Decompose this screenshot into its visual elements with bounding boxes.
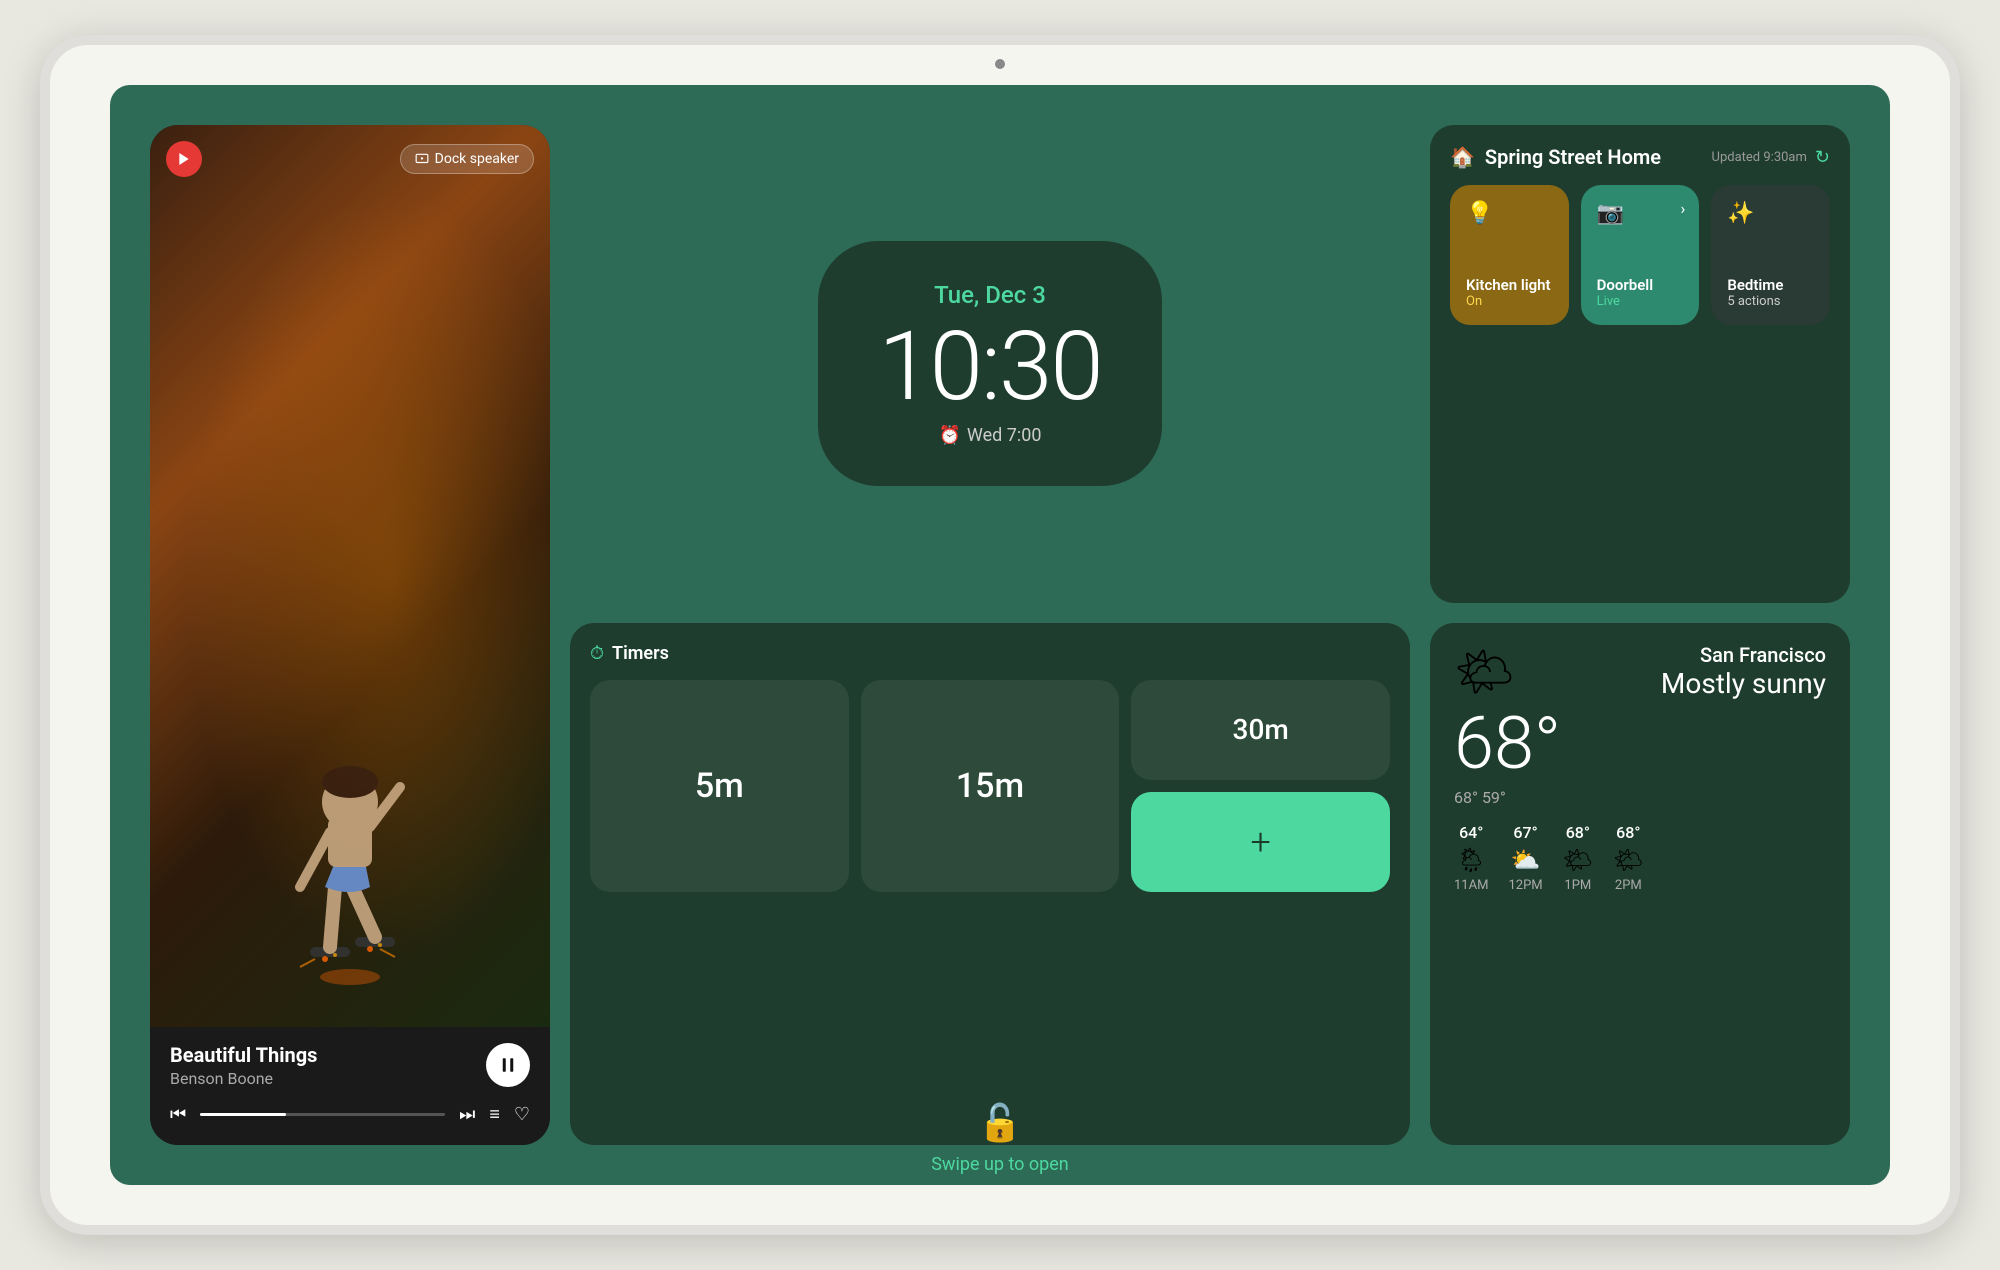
progress-bar[interactable] bbox=[200, 1113, 445, 1116]
skater-figure bbox=[250, 687, 450, 987]
forecast-temp-1pm: 68° bbox=[1566, 823, 1590, 842]
lock-icon: 🔓 bbox=[978, 1102, 1023, 1144]
timer-icon: ⏱ bbox=[590, 643, 604, 664]
refresh-icon[interactable]: ↻ bbox=[1815, 147, 1830, 168]
queue-button[interactable]: ≡ bbox=[489, 1104, 500, 1125]
kitchen-light-tile[interactable]: 💡 Kitchen light On bbox=[1450, 185, 1569, 325]
forecast-2pm: 68° 🌤 2PM bbox=[1613, 823, 1643, 893]
forecast-time-11am: 11AM bbox=[1454, 878, 1488, 893]
weather-hilo: 68° 59° bbox=[1454, 788, 1826, 807]
forecast-temp-11am: 64° bbox=[1459, 823, 1483, 842]
timer-5m-button[interactable]: 5m bbox=[590, 680, 849, 892]
weather-main-icon: 🌤 bbox=[1454, 643, 1515, 700]
timer-add-button[interactable]: + bbox=[1131, 792, 1390, 892]
kitchen-status: On bbox=[1466, 294, 1553, 309]
smarthome-card[interactable]: 🏠 Spring Street Home Updated 9:30am ↻ 💡 … bbox=[1430, 125, 1850, 603]
weather-description: Mostly sunny bbox=[1661, 667, 1826, 700]
timer-30m-button[interactable]: 30m bbox=[1131, 680, 1390, 780]
weather-forecast: 64° 🌦 11AM 67° ⛅ 12PM 68° 🌤 1PM 68° 🌤 bbox=[1454, 823, 1826, 893]
weather-card[interactable]: 🌤 San Francisco Mostly sunny 68° 68° 59°… bbox=[1430, 623, 1850, 1146]
next-track-button[interactable]: ⏭ bbox=[459, 1104, 475, 1125]
timers-title: Timers bbox=[612, 643, 669, 664]
alarm-icon: ⏰ bbox=[939, 425, 961, 446]
kitchen-label: Kitchen light bbox=[1466, 276, 1553, 294]
timer-15m-button[interactable]: 15m bbox=[861, 680, 1120, 892]
forecast-icon-11am: 🌦 bbox=[1456, 846, 1486, 874]
tablet-frame: Dock speaker Beautiful Things Benson Boo… bbox=[40, 35, 1960, 1235]
smarthome-header: 🏠 Spring Street Home Updated 9:30am ↻ bbox=[1450, 145, 1830, 169]
music-artist: Benson Boone bbox=[170, 1069, 317, 1088]
clock-time: 10:30 bbox=[878, 319, 1101, 415]
light-bulb-icon: 💡 bbox=[1466, 201, 1553, 226]
lock-text: Swipe up to open bbox=[931, 1154, 1069, 1175]
sparkle-icon: ✨ bbox=[1727, 201, 1814, 226]
clock-widget[interactable]: Tue, Dec 3 10:30 ⏰ Wed 7:00 bbox=[818, 241, 1161, 486]
forecast-icon-2pm: 🌤 bbox=[1613, 846, 1643, 874]
doorbell-label: Doorbell bbox=[1597, 276, 1684, 294]
lock-screen-footer[interactable]: 🔓 Swipe up to open bbox=[931, 1102, 1069, 1175]
forecast-icon-1pm: 🌤 bbox=[1563, 846, 1593, 874]
prev-track-button[interactable]: ⏮ bbox=[170, 1104, 186, 1125]
smarthome-updated: Updated 9:30am bbox=[1712, 150, 1807, 165]
bedtime-tile[interactable]: ✨ Bedtime 5 actions bbox=[1711, 185, 1830, 325]
forecast-time-12pm: 12PM bbox=[1508, 878, 1542, 893]
forecast-temp-2pm: 68° bbox=[1616, 823, 1640, 842]
camera bbox=[995, 59, 1005, 69]
music-top-controls: Dock speaker bbox=[166, 141, 534, 177]
music-album-art: Dock speaker bbox=[150, 125, 550, 1027]
progress-fill bbox=[200, 1113, 286, 1116]
home-icon: 🏠 bbox=[1450, 145, 1475, 169]
forecast-time-1pm: 1PM bbox=[1564, 878, 1591, 893]
music-controls: ⏮ ⏭ ≡ ♡ bbox=[150, 1096, 550, 1145]
music-card[interactable]: Dock speaker Beautiful Things Benson Boo… bbox=[150, 125, 550, 1145]
like-button[interactable]: ♡ bbox=[514, 1104, 530, 1125]
forecast-icon-12pm: ⛅ bbox=[1511, 846, 1541, 874]
forecast-12pm: 67° ⛅ 12PM bbox=[1508, 823, 1542, 893]
chevron-right-icon: › bbox=[1681, 199, 1686, 218]
timers-card[interactable]: ⏱ Timers 5m 15m 30m + bbox=[570, 623, 1410, 1146]
timers-header: ⏱ Timers bbox=[590, 643, 1390, 664]
forecast-1pm: 68° 🌤 1PM bbox=[1563, 823, 1593, 893]
forecast-time-2pm: 2PM bbox=[1615, 878, 1642, 893]
smarthome-tiles: 💡 Kitchen light On 📷 › Doorbell Live bbox=[1450, 185, 1830, 325]
doorbell-tile[interactable]: 📷 › Doorbell Live bbox=[1581, 185, 1700, 325]
forecast-11am: 64° 🌦 11AM bbox=[1454, 823, 1488, 893]
bedtime-label: Bedtime bbox=[1727, 276, 1814, 294]
clock-card: Tue, Dec 3 10:30 ⏰ Wed 7:00 bbox=[570, 125, 1410, 603]
weather-header: 🌤 San Francisco Mostly sunny bbox=[1454, 643, 1826, 700]
screen: Dock speaker Beautiful Things Benson Boo… bbox=[110, 85, 1890, 1185]
clock-alarm: ⏰ Wed 7:00 bbox=[939, 425, 1042, 446]
youtube-music-icon[interactable] bbox=[166, 141, 202, 177]
timers-grid: 5m 15m 30m + bbox=[590, 680, 1390, 892]
weather-temp-main: 68° bbox=[1454, 708, 1826, 780]
bedtime-status: 5 actions bbox=[1727, 294, 1814, 309]
music-info: Beautiful Things Benson Boone bbox=[150, 1027, 550, 1096]
clock-date: Tue, Dec 3 bbox=[934, 281, 1046, 309]
dock-speaker-badge[interactable]: Dock speaker bbox=[400, 144, 534, 174]
pause-button[interactable] bbox=[486, 1043, 530, 1087]
doorbell-status: Live bbox=[1597, 294, 1684, 309]
camera-icon: 📷 bbox=[1597, 201, 1684, 226]
music-title: Beautiful Things bbox=[170, 1043, 317, 1067]
forecast-temp-12pm: 67° bbox=[1513, 823, 1537, 842]
weather-location: San Francisco bbox=[1661, 643, 1826, 667]
smarthome-title: Spring Street Home bbox=[1485, 145, 1661, 169]
